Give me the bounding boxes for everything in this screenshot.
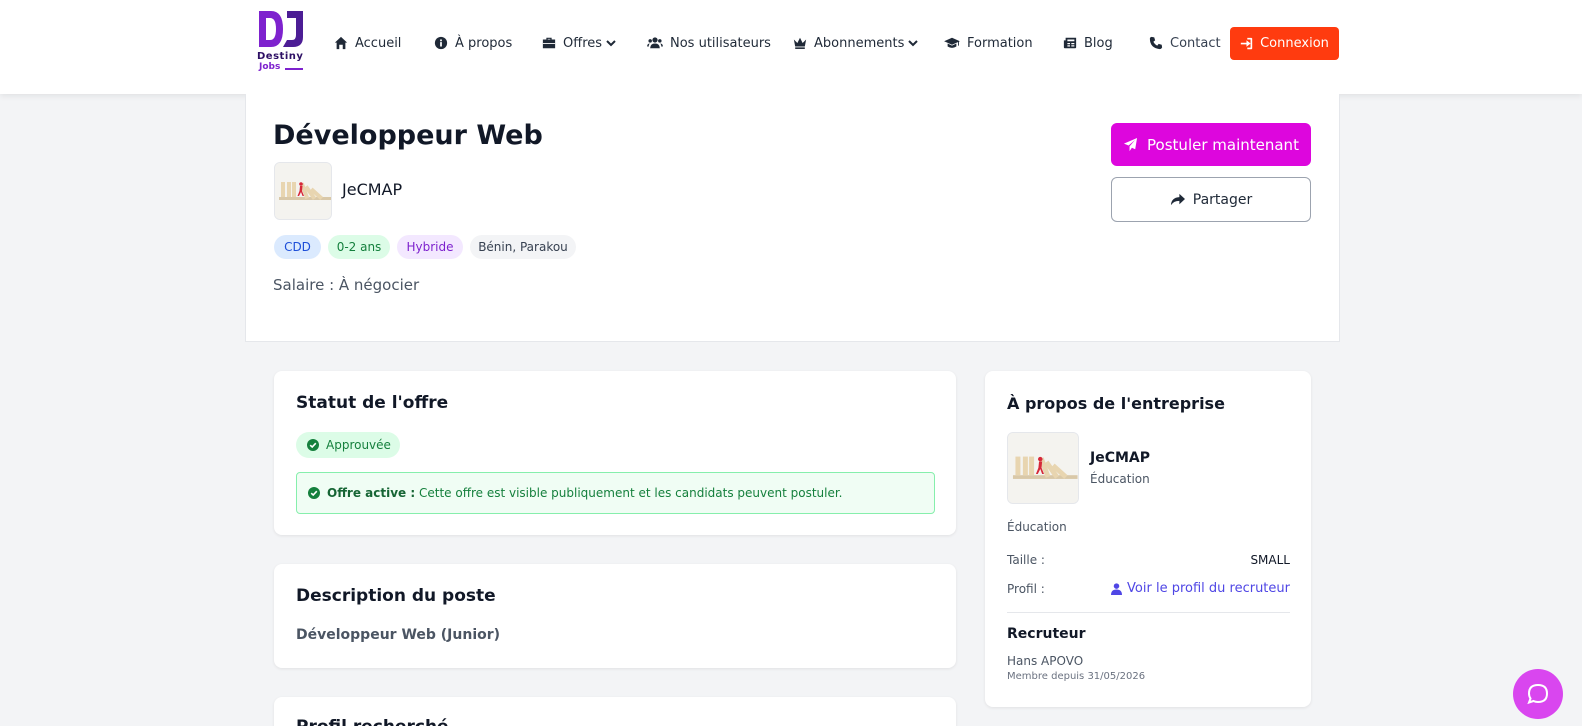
nav-label: Abonnements xyxy=(814,35,905,51)
tag-experience: 0-2 ans xyxy=(328,235,390,259)
share-button[interactable]: Partager xyxy=(1111,177,1311,222)
recruiter-name: Hans APOVO xyxy=(1007,654,1084,668)
company-name[interactable]: JeCMAP xyxy=(342,180,402,199)
nav-offres[interactable]: Offres xyxy=(542,33,616,53)
job-description-card xyxy=(274,564,956,668)
approved-label: Approuvée xyxy=(326,438,391,452)
offer-active-text: Cette offre est visible publiquement et … xyxy=(418,486,843,500)
nav-formation[interactable]: Formation xyxy=(944,33,1033,53)
graduation-cap-icon xyxy=(944,37,960,48)
job-title: Développeur Web xyxy=(273,120,543,151)
nav-label: Blog xyxy=(1084,35,1113,51)
tag-location: Bénin, Parakou xyxy=(470,235,576,259)
tag-work-mode: Hybride xyxy=(397,235,463,259)
recruiter-profile-link-label: Voir le profil du recruteur xyxy=(1127,581,1290,596)
logo-text-destiny: Destiny xyxy=(257,51,304,62)
job-description-text: Développeur Web (Junior) xyxy=(296,627,501,643)
share-label: Partager xyxy=(1192,191,1253,208)
about-company-name: JeCMAP xyxy=(1090,450,1151,466)
nav-abonnements[interactable]: Abonnements xyxy=(793,33,919,53)
recruiter-title: Recruteur xyxy=(1007,626,1086,642)
profile-sought-title: Profil recherché xyxy=(296,717,449,726)
home-icon xyxy=(334,36,348,50)
phone-icon xyxy=(1149,36,1163,50)
job-description-title: Description du poste xyxy=(296,586,496,606)
recruiter-member-since: Membre depuis 31/05/2026 xyxy=(1007,671,1146,682)
dominoes-image xyxy=(275,163,331,219)
nav-label: Formation xyxy=(967,35,1033,51)
info-icon xyxy=(434,36,448,50)
nav-label: Offres xyxy=(563,35,603,51)
nav-label: À propos xyxy=(455,35,513,51)
check-circle-icon xyxy=(308,487,320,499)
chat-button[interactable] xyxy=(1513,669,1563,719)
top-navbar: Destiny Jobs Accueil À propos Offres Nos… xyxy=(0,0,1582,94)
users-icon xyxy=(647,37,663,49)
login-button[interactable]: Connexion xyxy=(1230,27,1339,60)
about-company-logo xyxy=(1007,432,1079,504)
apply-now-button[interactable]: Postuler maintenant xyxy=(1111,123,1311,166)
logo-text-jobs: Jobs xyxy=(259,62,281,72)
newspaper-icon xyxy=(1063,37,1077,49)
chevron-down-icon xyxy=(606,40,616,47)
offer-active-strong: Offre active : xyxy=(327,486,416,500)
dj-logo-mark xyxy=(259,11,303,47)
nav-utilisateurs[interactable]: Nos utilisateurs xyxy=(647,33,771,53)
nav-contact[interactable]: Contact xyxy=(1149,33,1221,53)
salary-text: Salaire : À négocier xyxy=(273,276,420,294)
nav-label: Contact xyxy=(1170,35,1221,51)
crown-icon xyxy=(793,37,807,49)
apply-label: Postuler maintenant xyxy=(1147,135,1299,154)
about-sector-line: Éducation xyxy=(1007,520,1067,534)
logo-underline xyxy=(285,68,303,70)
nav-accueil[interactable]: Accueil xyxy=(334,33,401,53)
size-label: Taille : xyxy=(1007,553,1045,567)
tag-contract: CDD xyxy=(274,235,321,259)
offer-status-title: Statut de l'offre xyxy=(296,393,449,413)
paper-plane-icon xyxy=(1123,137,1138,152)
offer-active-notice: Offre active : Cette offre est visible p… xyxy=(296,472,935,514)
sign-in-icon xyxy=(1240,37,1253,50)
approved-badge: Approuvée xyxy=(296,432,400,458)
chevron-down-icon xyxy=(908,40,919,47)
chat-bubble-icon xyxy=(1527,683,1549,705)
dominoes-image xyxy=(1008,433,1078,503)
nav-label: Nos utilisateurs xyxy=(670,35,771,51)
nav-a-propos[interactable]: À propos xyxy=(434,33,512,53)
profile-label: Profil : xyxy=(1007,582,1045,596)
recruiter-profile-link[interactable]: Voir le profil du recruteur xyxy=(1111,581,1290,596)
share-icon xyxy=(1170,193,1185,206)
check-circle-icon xyxy=(307,439,319,451)
section-divider xyxy=(1007,612,1290,613)
briefcase-icon xyxy=(542,37,556,49)
about-company-title: À propos de l'entreprise xyxy=(1007,394,1225,413)
nav-blog[interactable]: Blog xyxy=(1063,33,1113,53)
destiny-jobs-logo[interactable]: Destiny Jobs xyxy=(257,9,307,75)
about-company-sector: Éducation xyxy=(1090,472,1150,486)
company-logo-image xyxy=(274,162,332,220)
user-icon xyxy=(1111,582,1123,595)
nav-label: Accueil xyxy=(355,35,402,51)
login-label: Connexion xyxy=(1260,36,1329,51)
size-value: SMALL xyxy=(1250,553,1290,567)
